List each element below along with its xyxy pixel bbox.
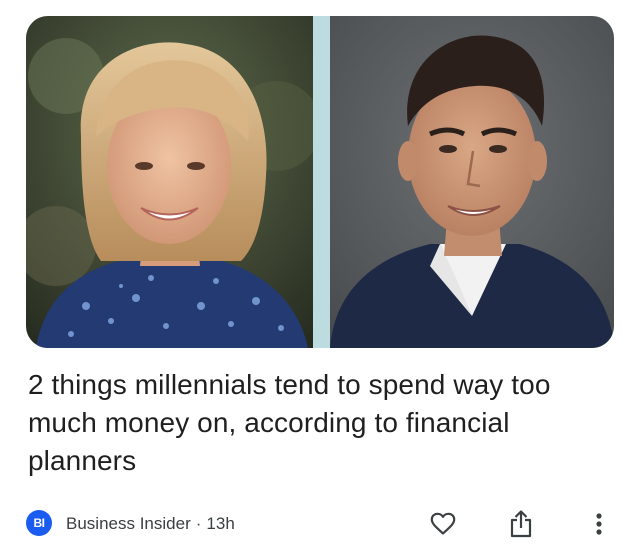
image-divider [313, 16, 330, 348]
article-footer: BI Business Insider · 13h [26, 508, 616, 540]
source-logo: BI [26, 510, 52, 536]
article-headline[interactable]: 2 things millennials tend to spend way t… [28, 366, 618, 480]
more-options-button[interactable] [583, 508, 615, 540]
meta-separator: · [195, 514, 202, 533]
photo-woman [26, 16, 313, 348]
photo-man [330, 16, 614, 348]
heart-icon [430, 512, 456, 535]
share-button[interactable] [505, 508, 537, 540]
source-name[interactable]: Business Insider [66, 514, 191, 533]
more-vert-icon [596, 513, 602, 535]
news-card[interactable]: 2 things millennials tend to spend way t… [0, 0, 640, 553]
share-icon [510, 510, 532, 538]
like-button[interactable] [427, 508, 459, 540]
publish-time: 13h [206, 514, 235, 533]
article-hero-image[interactable] [26, 16, 614, 348]
source-meta: Business Insider · 13h [66, 513, 235, 535]
